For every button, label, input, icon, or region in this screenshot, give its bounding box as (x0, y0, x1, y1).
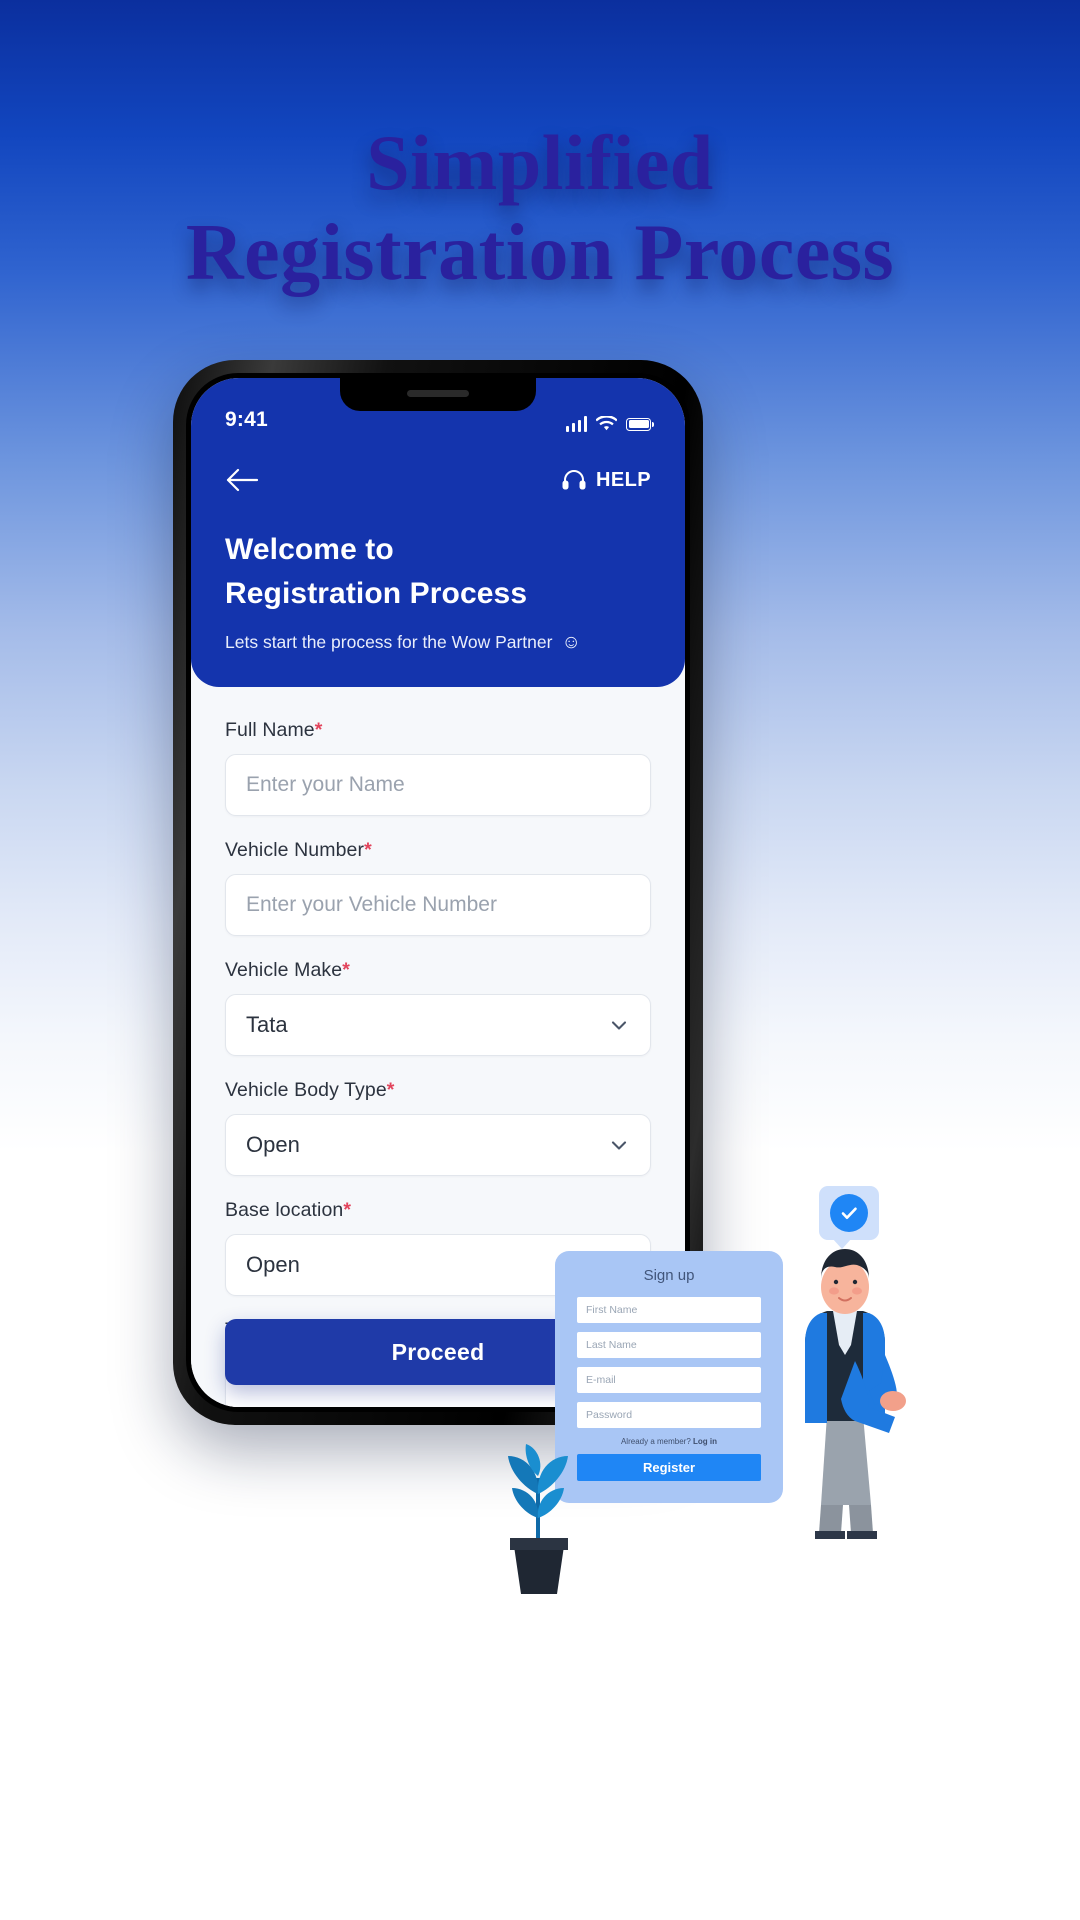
page-title: Simplified Registration Process (0, 118, 1080, 298)
field-label: Vehicle Body Type* (225, 1079, 651, 1102)
select-value: Tata (246, 1012, 288, 1037)
label-text: Vehicle Body Type (225, 1079, 387, 1101)
welcome-subtitle: Lets start the process for the Wow Partn… (225, 632, 651, 653)
person-illustration (805, 1249, 906, 1539)
required-marker: * (314, 719, 323, 741)
vehicle-make-select[interactable]: Tata (225, 994, 651, 1056)
headset-icon (562, 470, 586, 490)
vehicle-body-type-select[interactable]: Open (225, 1114, 651, 1176)
verified-badge (819, 1186, 879, 1249)
chevron-down-icon (611, 1141, 627, 1150)
input-placeholder: Enter your Vehicle Number (246, 893, 497, 916)
login-prompt: Already a member? Log in (577, 1437, 761, 1446)
label-text: Base location (225, 1199, 344, 1221)
app-header: 9:41 HELP Welcome to Registration Proces… (191, 378, 685, 687)
input-placeholder: First Name (586, 1304, 638, 1316)
headline-line-1: Simplified (366, 119, 714, 206)
input-placeholder: Last Name (586, 1339, 637, 1351)
field-vehicle-make: Vehicle Make* Tata (225, 959, 651, 1056)
help-button[interactable]: HELP (561, 467, 651, 493)
wifi-icon (596, 416, 617, 431)
label-text: Vehicle Make (225, 959, 343, 981)
chevron-down-icon (611, 1021, 627, 1030)
required-marker: * (364, 839, 372, 861)
field-label: Vehicle Number* (225, 839, 651, 862)
email-input[interactable]: E-mail (577, 1367, 761, 1393)
welcome-line-2: Registration Process (225, 577, 528, 610)
status-icons (565, 416, 654, 432)
help-label: HELP (596, 468, 651, 491)
signal-bars-icon (565, 416, 587, 432)
register-button[interactable]: Register (577, 1454, 761, 1481)
battery-icon (626, 417, 654, 431)
field-label: Base location* (225, 1199, 651, 1222)
field-label: Full Name* (225, 719, 651, 742)
earpiece-speaker (407, 390, 469, 397)
subtitle-text: Lets start the process for the Wow Partn… (225, 632, 553, 652)
welcome-block: Welcome to Registration Process Lets sta… (225, 528, 651, 653)
headline-line-2: Registration Process (185, 209, 895, 297)
label-text: Vehicle Number (225, 839, 365, 861)
signup-title: Sign up (643, 1267, 695, 1284)
required-marker: * (343, 1199, 352, 1221)
select-value: Open (246, 1132, 300, 1157)
input-placeholder: Enter your Name (246, 773, 405, 796)
input-placeholder: E-mail (586, 1374, 616, 1386)
select-value: Open (246, 1252, 300, 1277)
field-full-name: Full Name* Enter your Name (225, 719, 651, 816)
first-name-input[interactable]: First Name (577, 1297, 761, 1323)
checkmark-icon (841, 1207, 857, 1219)
smiley-face-icon: ☺ (561, 632, 581, 653)
welcome-line-1: Welcome to (225, 533, 394, 566)
required-marker: * (386, 1079, 395, 1101)
login-link[interactable]: Log in (693, 1437, 717, 1446)
password-input[interactable]: Password (577, 1402, 761, 1428)
vehicle-number-input[interactable]: Enter your Vehicle Number (225, 874, 651, 936)
full-name-input[interactable]: Enter your Name (225, 754, 651, 816)
field-label: Vehicle Make* (225, 959, 651, 982)
check-circle-icon (830, 1194, 868, 1232)
field-vehicle-number: Vehicle Number* Enter your Vehicle Numbe… (225, 839, 651, 936)
last-name-input[interactable]: Last Name (577, 1332, 761, 1358)
app-nav-row: HELP (225, 462, 651, 498)
back-arrow-icon[interactable] (225, 467, 259, 493)
required-marker: * (342, 959, 350, 981)
phone-notch (340, 378, 536, 411)
status-time: 9:41 (225, 408, 268, 431)
label-text: Full Name (225, 719, 315, 741)
login-prompt-text: Already a member? (620, 1437, 691, 1446)
field-vehicle-body-type: Vehicle Body Type* Open (225, 1079, 651, 1176)
potted-plant-illustration (508, 1444, 568, 1594)
